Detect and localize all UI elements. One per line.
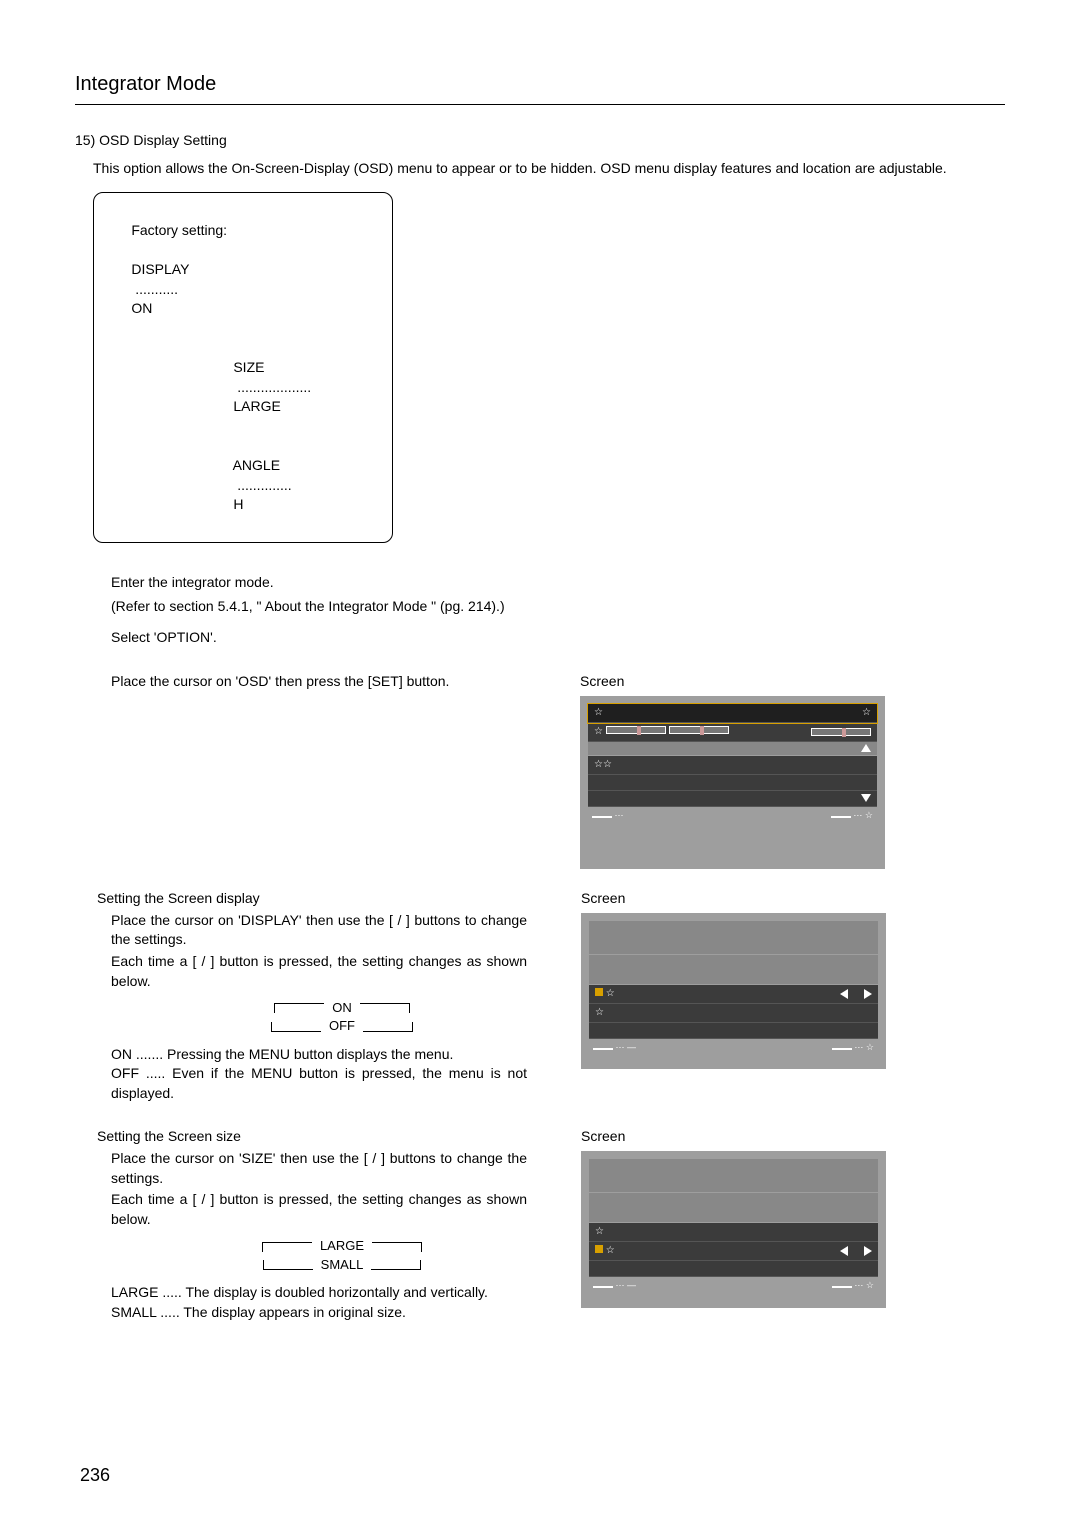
footer-left: ⋯ <box>615 810 624 820</box>
setting-size-heading: Setting the Screen size <box>97 1127 527 1147</box>
triangle-down-icon <box>861 794 871 802</box>
toggle-off: OFF <box>321 1017 363 1035</box>
factory-size-val: LARGE <box>233 398 280 414</box>
setting-size-p2: Each time a [ / ] button is pressed, the… <box>111 1190 527 1229</box>
page-title: Integrator Mode <box>75 70 1005 98</box>
def-large-term: LARGE <box>111 1284 158 1300</box>
setting-display-p2: Each time a [ / ] button is pressed, the… <box>111 952 527 991</box>
def-small-body: The display appears in original size. <box>183 1304 406 1320</box>
screen-b-panel: ☆ ☆ ⋯ — ⋯ ☆ <box>581 913 886 1070</box>
triangle-right-icon <box>864 1246 872 1256</box>
dots: ..... <box>160 1304 179 1320</box>
triangle-left-icon <box>840 989 848 999</box>
step-1: Enter the integrator mode. <box>111 573 1005 593</box>
dots: ................... <box>237 379 311 395</box>
factory-setting-box: Factory setting: DISPLAY ........... ON … <box>93 192 393 543</box>
setting-display-p1: Place the cursor on 'DISPLAY' then use t… <box>111 911 527 950</box>
def-small-term: SMALL <box>111 1304 156 1320</box>
def-off-body: Even if the MENU button is pressed, the … <box>111 1065 527 1101</box>
setting-size-p1: Place the cursor on 'SIZE' then use the … <box>111 1149 527 1188</box>
screen-a-label: Screen <box>580 672 885 692</box>
dots: .............. <box>237 477 291 493</box>
toggle-large: LARGE <box>312 1237 372 1255</box>
def-on-body: Pressing the MENU button displays the me… <box>167 1046 453 1062</box>
factory-display-key: DISPLAY <box>131 261 189 277</box>
dots: ..... <box>162 1284 181 1300</box>
factory-display-val: ON <box>131 300 152 316</box>
screen-c-panel: ☆ ☆ ⋯ — ⋯ ☆ <box>581 1151 886 1308</box>
toggle-on: ON <box>324 999 360 1017</box>
dots: ........... <box>135 281 178 297</box>
def-on-term: ON <box>111 1046 132 1062</box>
section-heading-osd: 15) OSD Display Setting <box>75 131 1005 151</box>
step-2: Select 'OPTION'. <box>111 628 1005 648</box>
def-off-term: OFF <box>111 1065 139 1081</box>
triangle-up-icon <box>861 744 871 752</box>
dots: ....... <box>136 1046 163 1062</box>
footer-box-icon <box>593 1286 613 1288</box>
footer-right: ⋯ ☆ <box>853 810 873 820</box>
factory-angle-val: H <box>233 496 243 512</box>
toggle-diagram-size: LARGE SMALL <box>157 1237 527 1274</box>
def-large-body: The display is doubled horizontally and … <box>185 1284 487 1300</box>
footer-box-icon <box>593 1048 613 1050</box>
section-description: This option allows the On-Screen-Display… <box>93 159 1005 179</box>
triangle-left-icon <box>840 1246 848 1256</box>
step-1-ref: (Refer to section 5.4.1, " About the Int… <box>111 597 1005 617</box>
step-3: Place the cursor on 'OSD' then press the… <box>111 672 526 692</box>
factory-angle-key: ANGLE <box>233 457 280 473</box>
footer-box-icon <box>831 816 851 818</box>
footer-box-icon <box>832 1286 852 1288</box>
toggle-small: SMALL <box>313 1256 372 1274</box>
screen-c-label: Screen <box>581 1127 886 1147</box>
page-number: 236 <box>80 1463 110 1488</box>
toggle-diagram-display: ON OFF <box>157 999 527 1036</box>
footer-box-icon <box>592 816 612 818</box>
factory-prefix: Factory setting: <box>131 222 227 238</box>
triangle-right-icon <box>864 989 872 999</box>
footer-box-icon <box>832 1048 852 1050</box>
screen-a-panel: ☆☆ ☆ ☆☆ ⋯ ⋯ ☆ <box>580 696 885 870</box>
header-rule <box>75 104 1005 105</box>
dots: ..... <box>146 1065 165 1081</box>
factory-size-key: SIZE <box>233 359 264 375</box>
setting-display-heading: Setting the Screen display <box>97 889 527 909</box>
screen-b-label: Screen <box>581 889 886 909</box>
